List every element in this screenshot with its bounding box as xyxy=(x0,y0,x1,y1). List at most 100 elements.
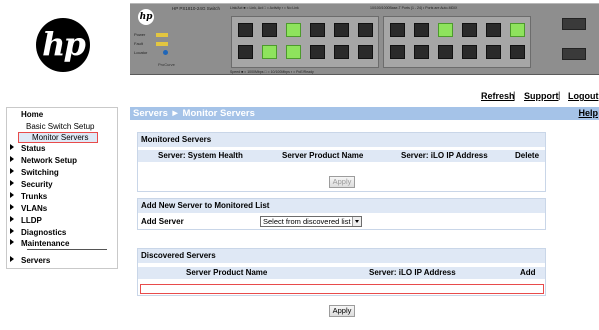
switch-legend-bottom: Speed ■ = 1000Mbps □ = 10/100Mbps ▪ = Po… xyxy=(230,70,314,74)
col-add: Add xyxy=(520,268,536,277)
switch-port xyxy=(286,45,301,59)
sidebar-item-label: Maintenance xyxy=(21,239,70,248)
switch-port xyxy=(438,45,453,59)
sidebar-item-label: VLANs xyxy=(21,204,48,213)
locator-led-label: Locator xyxy=(134,50,148,55)
sidebar-nav: Home Basic Switch Setup Monitor Servers … xyxy=(6,107,118,269)
switch-port xyxy=(390,23,405,37)
add-server-heading: Add New Server to Monitored List xyxy=(138,199,545,213)
switch-port xyxy=(486,23,501,37)
switch-port xyxy=(238,23,253,37)
sidebar-item-label: Network Setup xyxy=(21,156,78,165)
expand-arrow-icon xyxy=(10,204,14,210)
sidebar-item-maintenance[interactable]: Maintenance xyxy=(10,239,69,248)
col-product-name: Server Product Name xyxy=(282,151,364,160)
locator-led xyxy=(163,50,168,55)
select-value: Select from discovered list xyxy=(263,217,351,226)
monitored-apply-button[interactable]: Apply xyxy=(329,176,355,188)
monitored-servers-panel: Monitored Servers Server: System Health … xyxy=(137,132,546,192)
expand-arrow-icon xyxy=(10,168,14,174)
sidebar-item-label: Switching xyxy=(21,168,59,177)
switch-front-panel: hp HP PS1810-24G Switch Link/Act ■ = Lin… xyxy=(130,3,599,75)
help-link[interactable]: Help xyxy=(578,108,598,118)
switch-legend-top-mid: 10/100/1000Base-T Ports (1 - 24) • Ports… xyxy=(370,6,458,10)
sidebar-item-label: Servers xyxy=(21,256,51,265)
switch-hp-logo: hp xyxy=(138,9,154,25)
sidebar-item-security[interactable]: Security xyxy=(10,180,53,189)
switch-port xyxy=(358,45,373,59)
add-server-row: Add Server Select from discovered list xyxy=(138,215,545,229)
link-separator-1: | xyxy=(513,90,516,100)
port-bank-1 xyxy=(231,16,379,68)
switch-port xyxy=(286,23,301,37)
switch-port xyxy=(462,23,477,37)
add-server-panel: Add New Server to Monitored List Add Ser… xyxy=(137,198,546,230)
expand-arrow-icon xyxy=(10,144,14,150)
monitored-servers-header-row: Server: System Health Server Product Nam… xyxy=(138,150,545,162)
expand-arrow-icon xyxy=(10,239,14,245)
discovered-servers-heading: Discovered Servers xyxy=(138,249,545,263)
refresh-link[interactable]: Refresh xyxy=(481,91,515,101)
switch-brand-label: ProCurve xyxy=(158,62,175,67)
switch-port xyxy=(334,45,349,59)
sidebar-item-lldp[interactable]: LLDP xyxy=(10,216,42,225)
switch-port xyxy=(262,23,277,37)
fault-led xyxy=(156,41,168,46)
switch-port xyxy=(486,45,501,59)
switch-port xyxy=(334,23,349,37)
expand-arrow-icon xyxy=(10,192,14,198)
sidebar-item-monitor-servers[interactable]: Monitor Servers xyxy=(18,132,98,143)
chevron-down-icon xyxy=(352,217,361,226)
discovered-servers-panel: Discovered Servers Server Product Name S… xyxy=(137,248,546,296)
switch-port xyxy=(510,45,525,59)
logout-link[interactable]: Logout xyxy=(568,91,599,101)
switch-port xyxy=(462,45,477,59)
hp-logo-text: hp xyxy=(42,25,86,63)
page-title-bar: Servers ► Monitor Servers Help xyxy=(130,107,599,120)
power-led-label: Power xyxy=(134,32,146,37)
sidebar-item-home[interactable]: Home xyxy=(21,110,43,119)
switch-status-leds: Power Fault Locator xyxy=(134,30,168,57)
sidebar-item-basic-switch-setup[interactable]: Basic Switch Setup xyxy=(26,122,94,131)
monitored-servers-heading: Monitored Servers xyxy=(138,133,545,147)
switch-port xyxy=(358,23,373,37)
col-system-health: Server: System Health xyxy=(158,151,243,160)
page-title: Servers ► Monitor Servers xyxy=(133,108,255,119)
sfp-port-1 xyxy=(562,18,586,30)
discovered-server-select[interactable]: Select from discovered list xyxy=(260,216,362,227)
sidebar-item-status[interactable]: Status xyxy=(10,144,45,153)
discovered-servers-empty-row xyxy=(140,284,544,294)
switch-model-label: HP PS1810-24G Switch xyxy=(172,6,220,11)
sidebar-item-network-setup[interactable]: Network Setup xyxy=(10,156,77,165)
sidebar-item-diagnostics[interactable]: Diagnostics xyxy=(10,228,66,237)
sidebar-item-label: Security xyxy=(21,180,53,189)
switch-port xyxy=(414,45,429,59)
sidebar-item-label: LLDP xyxy=(21,216,42,225)
sidebar-item-trunks[interactable]: Trunks xyxy=(10,192,47,201)
expand-arrow-icon xyxy=(10,256,14,262)
expand-arrow-icon xyxy=(10,156,14,162)
col-ilo-ip: Server: iLO IP Address xyxy=(369,268,456,277)
discovered-servers-header-row: Server Product Name Server: iLO IP Addre… xyxy=(138,267,545,279)
sidebar-divider xyxy=(27,249,107,250)
hp-logo: hp xyxy=(36,18,90,72)
power-led xyxy=(156,32,168,37)
link-separator-2: | xyxy=(558,90,561,100)
sidebar-item-monitor-servers-label: Monitor Servers xyxy=(32,133,89,142)
switch-port xyxy=(310,23,325,37)
sidebar-item-switching[interactable]: Switching xyxy=(10,168,59,177)
col-delete: Delete xyxy=(515,151,540,160)
switch-port xyxy=(510,23,525,37)
switch-port xyxy=(414,23,429,37)
sidebar-item-servers[interactable]: Servers xyxy=(10,256,50,265)
sfp-port-2 xyxy=(562,48,586,60)
discovered-apply-button[interactable]: Apply xyxy=(329,305,355,317)
expand-arrow-icon xyxy=(10,180,14,186)
sidebar-item-vlans[interactable]: VLANs xyxy=(10,204,47,213)
port-bank-2 xyxy=(383,16,531,68)
sidebar-item-label: Trunks xyxy=(21,192,48,201)
support-link[interactable]: Support xyxy=(524,91,559,101)
expand-arrow-icon xyxy=(10,228,14,234)
switch-port xyxy=(238,45,253,59)
switch-port xyxy=(262,45,277,59)
